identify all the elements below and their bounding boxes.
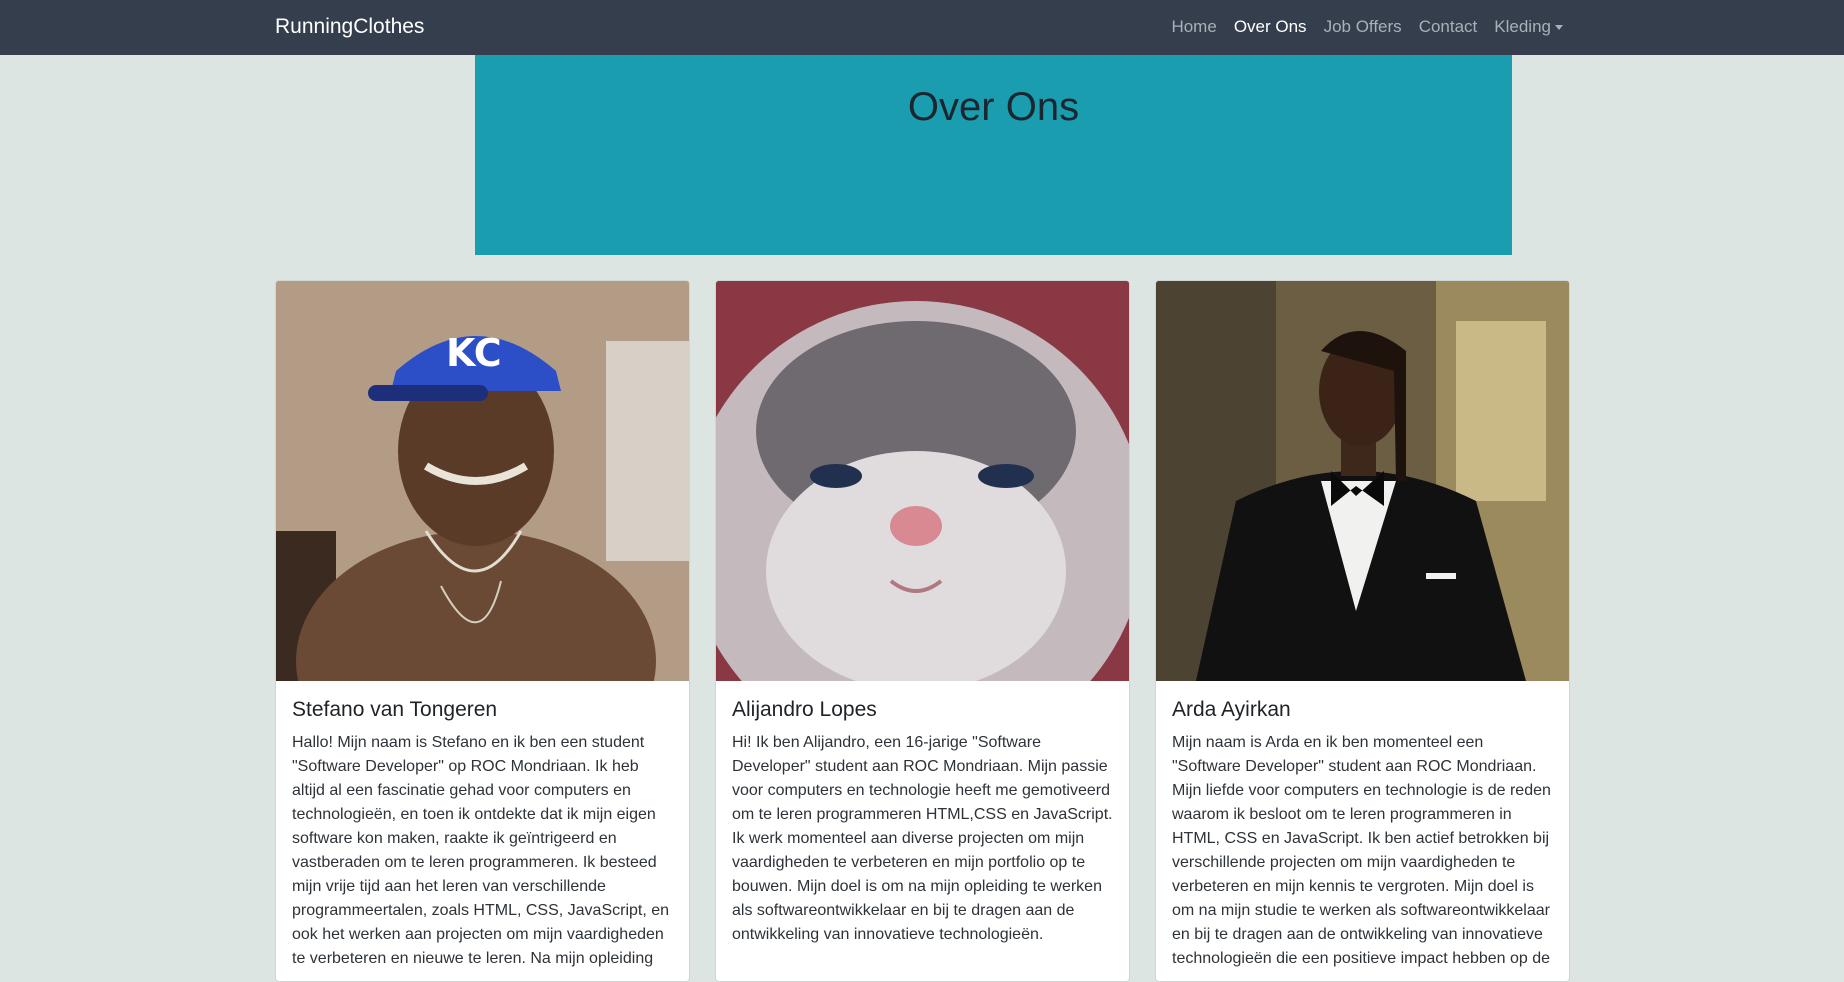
nav-link-job-offers[interactable]: Job Offers bbox=[1324, 16, 1402, 38]
card-text: Hallo! Mijn naam is Stefano en ik ben ee… bbox=[292, 734, 670, 967]
card-text: Mijn naam is Arda en ik ben momenteel ee… bbox=[1172, 734, 1551, 967]
card-title: Stefano van Tongeren bbox=[292, 698, 498, 721]
card-title: Alijandro Lopes bbox=[732, 698, 877, 721]
team-card: KC Stefano van Tongeren Hallo! Mijn naam… bbox=[275, 280, 690, 982]
profile-photo-illustration bbox=[1156, 281, 1569, 681]
nav-dropdown-kleding[interactable]: Kleding bbox=[1494, 16, 1563, 38]
card-text: Hi! Ik ben Alijandro, een 16-jarige "Sof… bbox=[732, 734, 1113, 943]
nav-links: Home Over Ons Job Offers Contact Kleding bbox=[1171, 16, 1563, 38]
chevron-down-icon bbox=[1555, 25, 1563, 31]
profile-photo-illustration: KC bbox=[276, 281, 689, 681]
team-card: Alijandro Lopes Hi! Ik ben Alijandro, ee… bbox=[715, 280, 1130, 982]
profile-photo-illustration bbox=[716, 281, 1129, 681]
profile-photo bbox=[716, 281, 1129, 681]
team-card: Arda Ayirkan Mijn naam is Arda en ik ben… bbox=[1155, 280, 1570, 982]
nav-link-home[interactable]: Home bbox=[1171, 16, 1216, 38]
profile-photo: KC bbox=[276, 281, 689, 681]
hero-banner: Over Ons bbox=[475, 55, 1512, 255]
card-body: Alijandro Lopes Hi! Ik ben Alijandro, ee… bbox=[716, 681, 1129, 947]
nav-link-over-ons[interactable]: Over Ons bbox=[1234, 16, 1307, 38]
nav-dropdown-label: Kleding bbox=[1494, 17, 1551, 36]
profile-photo bbox=[1156, 281, 1569, 681]
svg-text:KC: KC bbox=[446, 331, 502, 375]
page-title: Over Ons bbox=[907, 85, 1080, 129]
brand-link[interactable]: RunningClothes bbox=[275, 14, 424, 40]
card-body: Arda Ayirkan Mijn naam is Arda en ik ben… bbox=[1156, 681, 1569, 971]
navbar: RunningClothes Home Over Ons Job Offers … bbox=[0, 0, 1844, 55]
nav-link-contact[interactable]: Contact bbox=[1419, 16, 1478, 38]
card-body: Stefano van Tongeren Hallo! Mijn naam is… bbox=[276, 681, 689, 971]
card-title: Arda Ayirkan bbox=[1172, 698, 1291, 721]
